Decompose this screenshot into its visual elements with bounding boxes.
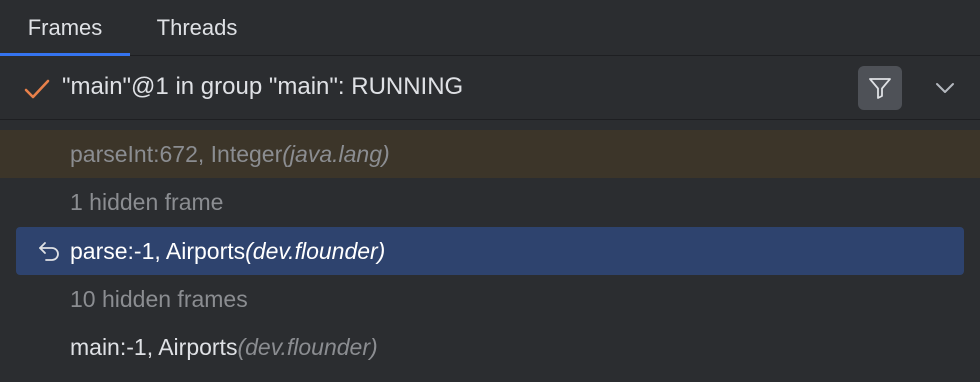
filter-button[interactable] xyxy=(858,66,902,110)
frame-row[interactable]: main:-1, Airports (dev.flounder) xyxy=(0,323,980,371)
frame-row[interactable]: parseInt:672, Integer (java.lang) xyxy=(0,130,980,178)
frame-method: main:-1, Airports xyxy=(70,333,238,360)
tab-threads-label: Threads xyxy=(156,14,238,40)
frame-method: parseInt:672, Integer xyxy=(70,140,283,167)
chevron-down-icon xyxy=(936,83,954,93)
frame-method: 1 hidden frame xyxy=(70,188,224,215)
frame-package: (dev.flounder) xyxy=(237,333,378,360)
thread-label: "main"@1 in group "main": RUNNING xyxy=(62,73,464,100)
tab-frames-label: Frames xyxy=(27,14,103,40)
debugger-tab-bar: Frames Threads xyxy=(0,0,980,56)
frame-row-selected[interactable]: parse:-1, Airports (dev.flounder) xyxy=(16,227,964,275)
frames-list: parseInt:672, Integer (java.lang) 1 hidd… xyxy=(0,120,980,382)
filter-icon xyxy=(869,78,891,99)
return-arrow-icon xyxy=(39,242,59,261)
check-icon xyxy=(24,79,50,99)
tab-frames[interactable]: Frames xyxy=(0,0,130,56)
frame-method: parse:-1, Airports xyxy=(70,237,246,264)
hidden-frames-row[interactable]: 10 hidden frames xyxy=(0,275,980,323)
thread-selector[interactable]: "main"@1 in group "main": RUNNING xyxy=(0,56,980,120)
frame-package: (dev.flounder) xyxy=(245,237,386,264)
frame-package: (java.lang) xyxy=(282,140,390,167)
frame-method: 10 hidden frames xyxy=(70,285,248,312)
thread-dropdown-button[interactable] xyxy=(928,74,962,102)
tab-threads[interactable]: Threads xyxy=(130,0,264,55)
hidden-frames-row[interactable]: 1 hidden frame xyxy=(0,178,980,226)
